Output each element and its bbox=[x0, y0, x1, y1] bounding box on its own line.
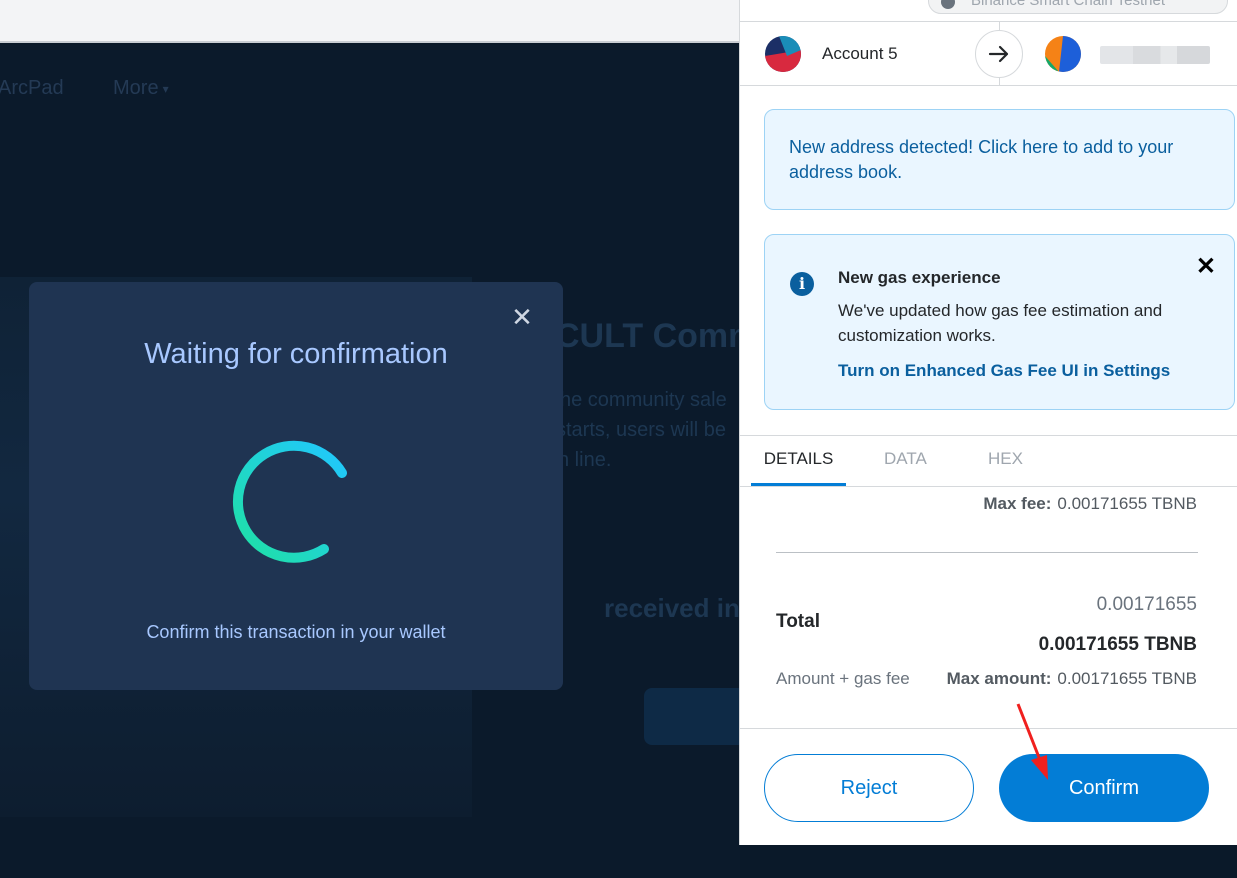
account-bar: Account 5 bbox=[740, 22, 1237, 86]
metamask-popup: Binance Smart Chain Testnet Account 5 Ne… bbox=[739, 0, 1237, 845]
divider bbox=[776, 552, 1198, 553]
max-amount-value: 0.00171655 TBNB bbox=[1057, 669, 1197, 688]
close-icon[interactable]: ✕ bbox=[509, 304, 535, 330]
gas-notice-body: We've updated how gas fee estimation and… bbox=[838, 301, 1163, 345]
network-dot-icon bbox=[941, 0, 955, 9]
loading-spinner-icon bbox=[232, 440, 347, 563]
nav-arcpad[interactable]: ArcPad bbox=[0, 77, 64, 100]
caret-down-icon: ▾ bbox=[162, 81, 169, 96]
total-amount-tbnb: 0.00171655 TBNB bbox=[1038, 634, 1197, 655]
modal-title: Waiting for confirmation bbox=[144, 338, 448, 370]
modal-message: Confirm this transaction in your wallet bbox=[146, 622, 446, 642]
gas-notice-title: New gas experience bbox=[838, 268, 1001, 287]
nav-more[interactable]: More ▾ bbox=[113, 77, 169, 100]
waiting-modal: ✕ Waiting for confirmation Confirm this … bbox=[29, 282, 563, 690]
gas-experience-notice: i ✕ New gas experience We've updated how… bbox=[764, 234, 1235, 410]
total-subtext: Amount + gas fee bbox=[776, 669, 910, 688]
avatar bbox=[1045, 36, 1081, 72]
new-address-notice[interactable]: New address detected! Click here to add … bbox=[764, 109, 1235, 210]
dapp-action-button[interactable] bbox=[644, 688, 740, 745]
max-amount-label: Max amount: bbox=[946, 669, 1052, 688]
dapp-title: CULT Comm bbox=[555, 317, 740, 355]
dapp-description: he community sale starts, users will be … bbox=[556, 385, 727, 475]
dapp-description-line: starts, users will be bbox=[556, 419, 727, 441]
confirm-button[interactable]: Confirm bbox=[999, 754, 1209, 822]
avatar bbox=[765, 36, 801, 72]
dapp-description-line: n line. bbox=[558, 449, 612, 471]
close-icon[interactable]: ✕ bbox=[1196, 255, 1216, 279]
arrow-right-icon bbox=[975, 30, 1023, 78]
dapp-received-text: received in bbox=[604, 593, 740, 623]
total-amount: 0.00171655 bbox=[1096, 594, 1197, 615]
transaction-tabs: DETAILS DATA HEX bbox=[740, 435, 1237, 487]
max-amount-row: Max amount: 0.00171655 TBNB bbox=[947, 669, 1197, 689]
network-selector[interactable]: Binance Smart Chain Testnet bbox=[928, 0, 1228, 14]
max-fee-value: 0.00171655 TBNB bbox=[1057, 494, 1197, 513]
info-icon: i bbox=[790, 272, 814, 296]
tab-data[interactable]: DATA bbox=[884, 436, 927, 486]
browser-toolbar bbox=[0, 0, 740, 43]
max-fee-row: Max fee: 0.00171655 TBNB bbox=[983, 494, 1197, 514]
dapp-description-line: he community sale bbox=[560, 389, 727, 411]
max-fee-label: Max fee: bbox=[983, 494, 1052, 513]
tab-hex[interactable]: HEX bbox=[988, 436, 1023, 486]
nav-more-label: More bbox=[113, 77, 159, 99]
reject-button[interactable]: Reject bbox=[764, 754, 974, 822]
from-account-label[interactable]: Account 5 bbox=[822, 44, 898, 64]
recipient-address-redacted[interactable] bbox=[1100, 46, 1210, 64]
network-label: Binance Smart Chain Testnet bbox=[971, 0, 1165, 9]
divider bbox=[740, 728, 1237, 729]
total-label: Total bbox=[776, 611, 820, 632]
enhanced-gas-settings-link[interactable]: Turn on Enhanced Gas Fee UI in Settings bbox=[838, 361, 1170, 381]
tab-details[interactable]: DETAILS bbox=[751, 436, 846, 486]
